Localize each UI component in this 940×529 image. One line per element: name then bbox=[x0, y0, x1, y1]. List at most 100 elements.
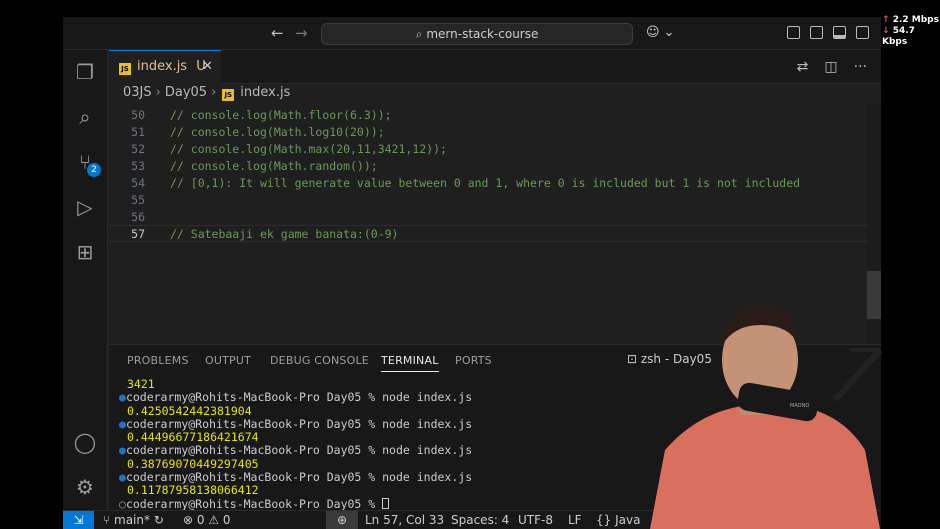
toggle-primary-sidebar-icon[interactable] bbox=[810, 26, 823, 39]
toggle-secondary-sidebar-icon[interactable] bbox=[856, 26, 869, 39]
terminal-icon: ⊡ bbox=[627, 352, 641, 366]
terminal-line: ●coderarmy@Rohits-MacBook-Pro Day05 % no… bbox=[119, 443, 473, 458]
branch-indicator[interactable]: ⑂ main* ↻ bbox=[103, 511, 164, 529]
command-center-search[interactable]: ⌕ mern-stack-course bbox=[321, 23, 633, 45]
language-mode[interactable]: {} Java bbox=[596, 511, 640, 529]
zoom-icon[interactable]: ⊕ bbox=[326, 511, 358, 529]
code-text: // console.log(Math.floor(6.3)); bbox=[170, 108, 392, 122]
line-number: 50 bbox=[131, 108, 145, 122]
compare-changes-icon[interactable]: ⇄ bbox=[797, 59, 809, 75]
problems-indicator[interactable]: ⊗ 0 ⚠ 0 bbox=[183, 511, 231, 529]
terminal-line: 0.4250542442381904 bbox=[127, 403, 252, 418]
indentation[interactable]: Spaces: 4 bbox=[451, 511, 509, 529]
javascript-file-icon: JS bbox=[222, 89, 235, 101]
arrow-left-icon[interactable]: ← bbox=[271, 24, 284, 42]
terminal-line: 0.1178795813806641​2 bbox=[127, 483, 259, 498]
command-status-dot: ● bbox=[119, 390, 126, 405]
breadcrumb-folder-03js[interactable]: 03JS bbox=[123, 85, 152, 100]
explorer-icon[interactable]: ❐ bbox=[73, 60, 97, 84]
webcam-presenter-overlay: MAONO bbox=[640, 300, 940, 529]
editor-tab-bar: JS index.js U ✕ ⇄ ◫ ··· bbox=[109, 50, 881, 84]
code-line: 54 // [0,1): It will generate value betwe… bbox=[109, 175, 881, 192]
line-number: 53 bbox=[131, 159, 145, 173]
line-number: 56 bbox=[131, 210, 145, 224]
title-bar: ← → ⌕ mern-stack-course ☺ ⌄ bbox=[63, 17, 881, 50]
line-number: 52 bbox=[131, 142, 145, 156]
scm-badge: 2 bbox=[87, 163, 101, 177]
copilot-icon[interactable]: ☺ ⌄ bbox=[646, 25, 675, 40]
search-icon[interactable]: ⌕ bbox=[73, 105, 97, 129]
terminal-cursor bbox=[382, 497, 390, 509]
line-number: 55 bbox=[131, 193, 145, 207]
more-actions-icon[interactable]: ··· bbox=[854, 59, 867, 75]
command-status-dot: ● bbox=[119, 470, 126, 485]
code-line: 55 bbox=[109, 192, 881, 209]
command-status-dot: ● bbox=[119, 416, 126, 431]
breadcrumb-file[interactable]: index.js bbox=[240, 85, 290, 100]
code-text: // console.log(Math.log10(20)); bbox=[170, 125, 385, 139]
code-text: // [0,1): It will generate value between… bbox=[170, 176, 801, 190]
line-number: 51 bbox=[131, 125, 145, 139]
toggle-panel-icon[interactable] bbox=[833, 26, 846, 39]
network-speed-overlay: ↑ 2.2 Mbps ↓ 54.7 Kbps bbox=[882, 15, 940, 48]
breadcrumb: 03JS › Day05 › JS index.js bbox=[123, 85, 290, 103]
code-text: // Satebaaji ek game banata:(0-9) bbox=[170, 227, 399, 241]
terminal-output[interactable]: 3421 ●coderarmy@Rohits-MacBook-Pro Day05… bbox=[119, 377, 473, 511]
code-text: // console.log(Math.max(20,11,3421,12)); bbox=[170, 142, 447, 156]
customize-layout-icon[interactable] bbox=[787, 26, 800, 39]
svg-text:MAONO: MAONO bbox=[790, 403, 809, 409]
terminal-line: 0.44496677186421674 bbox=[127, 430, 259, 445]
editor-actions: ⇄ ◫ ··· bbox=[797, 59, 867, 75]
upload-icon: ↑ bbox=[882, 15, 893, 25]
code-line: 53 // console.log(Math.random()); bbox=[109, 158, 881, 175]
terminal-prompt: ○coderarmy@Rohits-MacBook-Pro Day05 % bbox=[119, 496, 472, 511]
account-icon[interactable]: ◯ bbox=[73, 430, 97, 454]
settings-icon[interactable]: ⚙ bbox=[73, 475, 97, 499]
command-status-dot: ● bbox=[119, 443, 126, 458]
presenter-image: MAONO bbox=[650, 305, 883, 529]
remote-indicator-icon[interactable]: ⇲ bbox=[63, 511, 94, 529]
upload-speed: 2.2 Mbps bbox=[892, 15, 939, 25]
encoding[interactable]: UTF-8 bbox=[518, 511, 553, 529]
warning-icon: ⚠ bbox=[208, 513, 223, 527]
code-line: 51 // console.log(Math.log10(20)); bbox=[109, 124, 881, 141]
end-of-line[interactable]: LF bbox=[568, 511, 582, 529]
search-icon: ⌕ bbox=[415, 27, 423, 41]
chevron-right-icon: › bbox=[155, 85, 161, 100]
terminal-line: ●coderarmy@Rohits-MacBook-Pro Day05 % no… bbox=[119, 416, 473, 431]
line-number: 54 bbox=[131, 176, 145, 190]
prompt-status-icon: ○ bbox=[119, 496, 126, 511]
line-number: 57 bbox=[131, 227, 145, 241]
activity-bar: ❐ ⌕ ⑂ 2 ▷ ⊞ ◯ ⚙ bbox=[63, 50, 108, 510]
run-debug-icon[interactable]: ▷ bbox=[73, 195, 97, 219]
sync-icon: ↻ bbox=[153, 513, 164, 527]
terminal-line: ●coderarmy@Rohits-MacBook-Pro Day05 % no… bbox=[119, 390, 473, 405]
code-line: 50 // console.log(Math.floor(6.3)); bbox=[109, 107, 881, 124]
branch-icon: ⑂ bbox=[103, 513, 115, 527]
extensions-icon[interactable]: ⊞ bbox=[73, 240, 97, 264]
code-line-current: 57 // Satebaaji ek game banata:(0-9) bbox=[109, 225, 881, 242]
split-editor-icon[interactable]: ◫ bbox=[824, 59, 837, 75]
close-icon[interactable]: ✕ bbox=[202, 51, 213, 83]
arrow-right-icon[interactable]: → bbox=[295, 24, 308, 42]
cursor-position[interactable]: Ln 57, Col 33 bbox=[365, 511, 444, 529]
layout-controls bbox=[787, 26, 869, 39]
error-icon: ⊗ bbox=[183, 513, 197, 527]
javascript-file-icon: JS bbox=[119, 63, 131, 75]
tab-label: index.js bbox=[137, 59, 188, 74]
top-black-bar bbox=[63, 0, 881, 17]
tab-output[interactable]: OUTPUT bbox=[205, 354, 251, 367]
breadcrumb-folder-day05[interactable]: Day05 bbox=[165, 85, 207, 100]
code-line: 52 // console.log(Math.max(20,11,3421,12)… bbox=[109, 141, 881, 158]
terminal-line: ●coderarmy@Rohits-MacBook-Pro Day05 % no… bbox=[119, 470, 473, 485]
terminal-line: 0.38769070449297405 bbox=[127, 456, 259, 471]
tab-debug-console[interactable]: DEBUG CONSOLE bbox=[270, 354, 369, 367]
tab-terminal[interactable]: TERMINAL bbox=[381, 354, 439, 372]
tab-ports[interactable]: PORTS bbox=[455, 354, 492, 367]
terminal-line: 3421 bbox=[127, 377, 155, 391]
tab-index-js[interactable]: JS index.js U ✕ bbox=[109, 50, 221, 84]
download-icon: ↓ bbox=[882, 26, 893, 36]
chevron-right-icon: › bbox=[211, 85, 217, 100]
search-text: mern-stack-course bbox=[426, 27, 539, 41]
tab-problems[interactable]: PROBLEMS bbox=[127, 354, 189, 367]
